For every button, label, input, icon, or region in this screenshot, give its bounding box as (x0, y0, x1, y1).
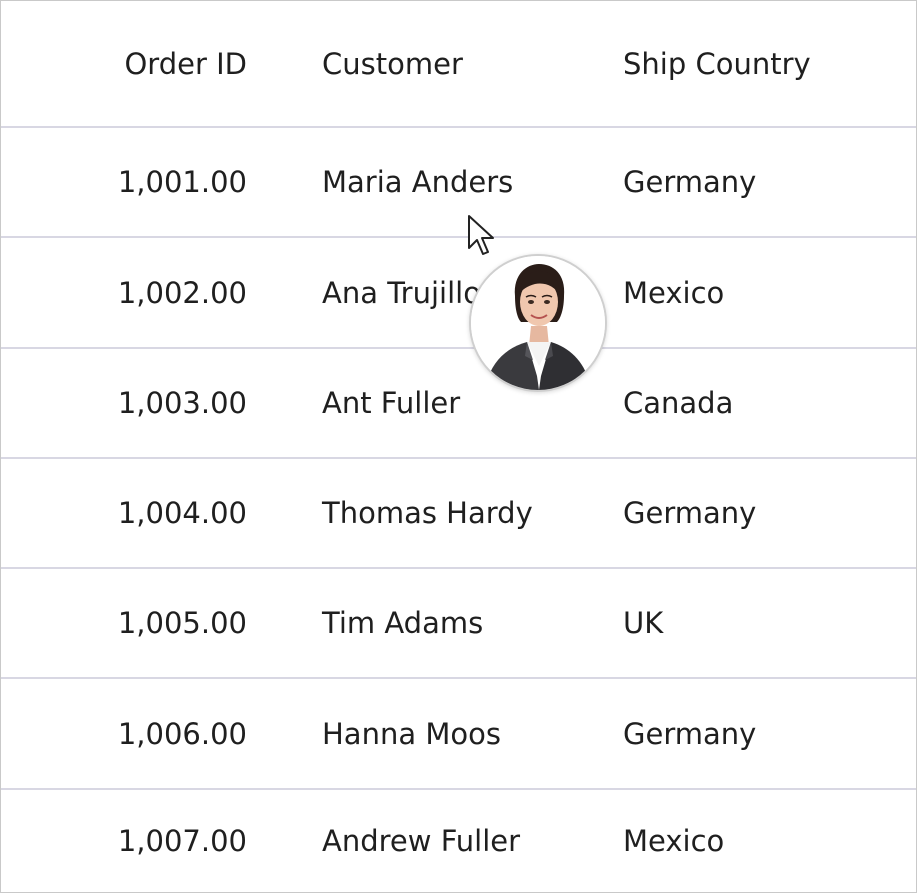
order-id-cell: 1,001.00 (117, 165, 247, 199)
table-row[interactable]: 1,004.00 Thomas Hardy Germany (1, 459, 916, 569)
customer-cell: Tim Adams (322, 606, 484, 640)
table-row[interactable]: 1,003.00 Ant Fuller Canada (1, 349, 916, 459)
mouse-cursor-icon (468, 215, 494, 255)
ship-country-cell: Germany (623, 165, 757, 199)
table-row[interactable]: 1,001.00 Maria Anders Germany (1, 128, 916, 238)
customer-cell: Thomas Hardy (322, 496, 533, 530)
avatar-photo-icon (471, 256, 605, 390)
ship-country-cell: Mexico (623, 275, 725, 310)
table-row[interactable]: 1,002.00 Ana Trujillo Mexico (1, 238, 916, 349)
table-row[interactable]: 1,007.00 Andrew Fuller Mexico (1, 790, 916, 892)
table-row[interactable]: 1,005.00 Tim Adams UK (1, 569, 916, 679)
column-header-customer[interactable]: Customer (322, 1, 612, 126)
order-id-cell: 1,003.00 (117, 386, 247, 420)
column-header-ship-country[interactable]: Ship Country (623, 1, 913, 126)
order-id-cell: 1,004.00 (117, 496, 247, 530)
ship-country-cell: Mexico (623, 824, 725, 858)
order-id-cell: 1,007.00 (117, 824, 247, 858)
customer-cell: Andrew Fuller (322, 824, 521, 858)
order-id-cell: 1,006.00 (117, 716, 247, 751)
order-id-cell: 1,005.00 (117, 606, 247, 640)
header-row: Order ID Customer Ship Country (1, 1, 916, 128)
orders-data-grid: Order ID Customer Ship Country 1,001.00 … (0, 0, 917, 893)
ship-country-cell: Germany (623, 496, 757, 530)
column-header-order-id[interactable]: Order ID (1, 1, 247, 126)
customer-photo-tooltip (469, 254, 607, 392)
table-row[interactable]: 1,006.00 Hanna Moos Germany (1, 679, 916, 790)
ship-country-cell: Germany (623, 716, 757, 751)
ship-country-cell: UK (623, 606, 664, 640)
order-id-cell: 1,002.00 (117, 275, 247, 310)
customer-cell: Hanna Moos (322, 716, 501, 751)
ship-country-cell: Canada (623, 386, 734, 420)
